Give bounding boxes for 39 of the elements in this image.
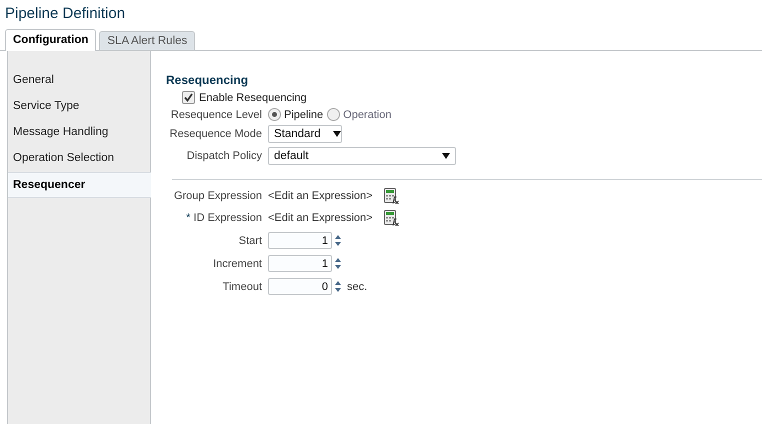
field-label: Increment — [213, 258, 262, 270]
field-label: ID Expression — [194, 212, 262, 224]
calculator-icon[interactable] — [382, 210, 399, 226]
number-field[interactable]: 1 — [268, 232, 332, 249]
spinner-icon[interactable] — [334, 279, 342, 294]
expression-link[interactable]: <Edit an Expression> — [268, 212, 373, 224]
section-heading: Resequencing — [166, 73, 250, 87]
field-label: Timeout — [222, 280, 262, 292]
caret-icon — [442, 153, 450, 159]
calculator-icon[interactable] — [382, 188, 399, 204]
sidebar-item[interactable]: Resequencer — [8, 172, 151, 198]
caret-icon — [332, 131, 341, 137]
checkbox[interactable] — [182, 91, 195, 104]
field-label: Resequence Mode — [170, 128, 262, 140]
radio-button[interactable] — [327, 108, 340, 121]
mode-dropdown[interactable]: Standard — [268, 125, 342, 143]
spinner-icon[interactable] — [334, 256, 342, 271]
sidebar-item[interactable]: Operation Selection — [8, 145, 150, 171]
spinner-icon[interactable] — [334, 233, 342, 248]
radio-label[interactable]: Pipeline — [284, 108, 324, 120]
field-label: Start — [238, 234, 262, 246]
tab[interactable]: SLA Alert Rules — [99, 31, 196, 50]
checkbox-label[interactable]: Enable Resequencing — [199, 92, 307, 104]
field-label: Group Expression — [174, 190, 262, 202]
required-mark: * — [186, 212, 190, 224]
number-field[interactable]: 0 — [268, 278, 332, 295]
radio-button[interactable] — [268, 108, 281, 121]
field-label: Dispatch Policy — [186, 150, 262, 162]
dispatch-dropdown[interactable]: default — [268, 147, 456, 165]
tab[interactable]: Configuration — [5, 29, 96, 51]
number-field[interactable]: 1 — [268, 255, 332, 272]
field-label: Resequence Level — [170, 108, 262, 120]
page-title: Pipeline Definition — [4, 4, 126, 24]
radio-label[interactable]: Operation — [343, 108, 392, 120]
unit-label: sec. — [347, 280, 368, 292]
sidebar-item[interactable]: Message Handling — [8, 119, 150, 145]
sidebar-item[interactable]: General — [8, 67, 150, 93]
sidebar-item[interactable]: Service Type — [8, 93, 150, 119]
expression-link[interactable]: <Edit an Expression> — [268, 190, 373, 202]
